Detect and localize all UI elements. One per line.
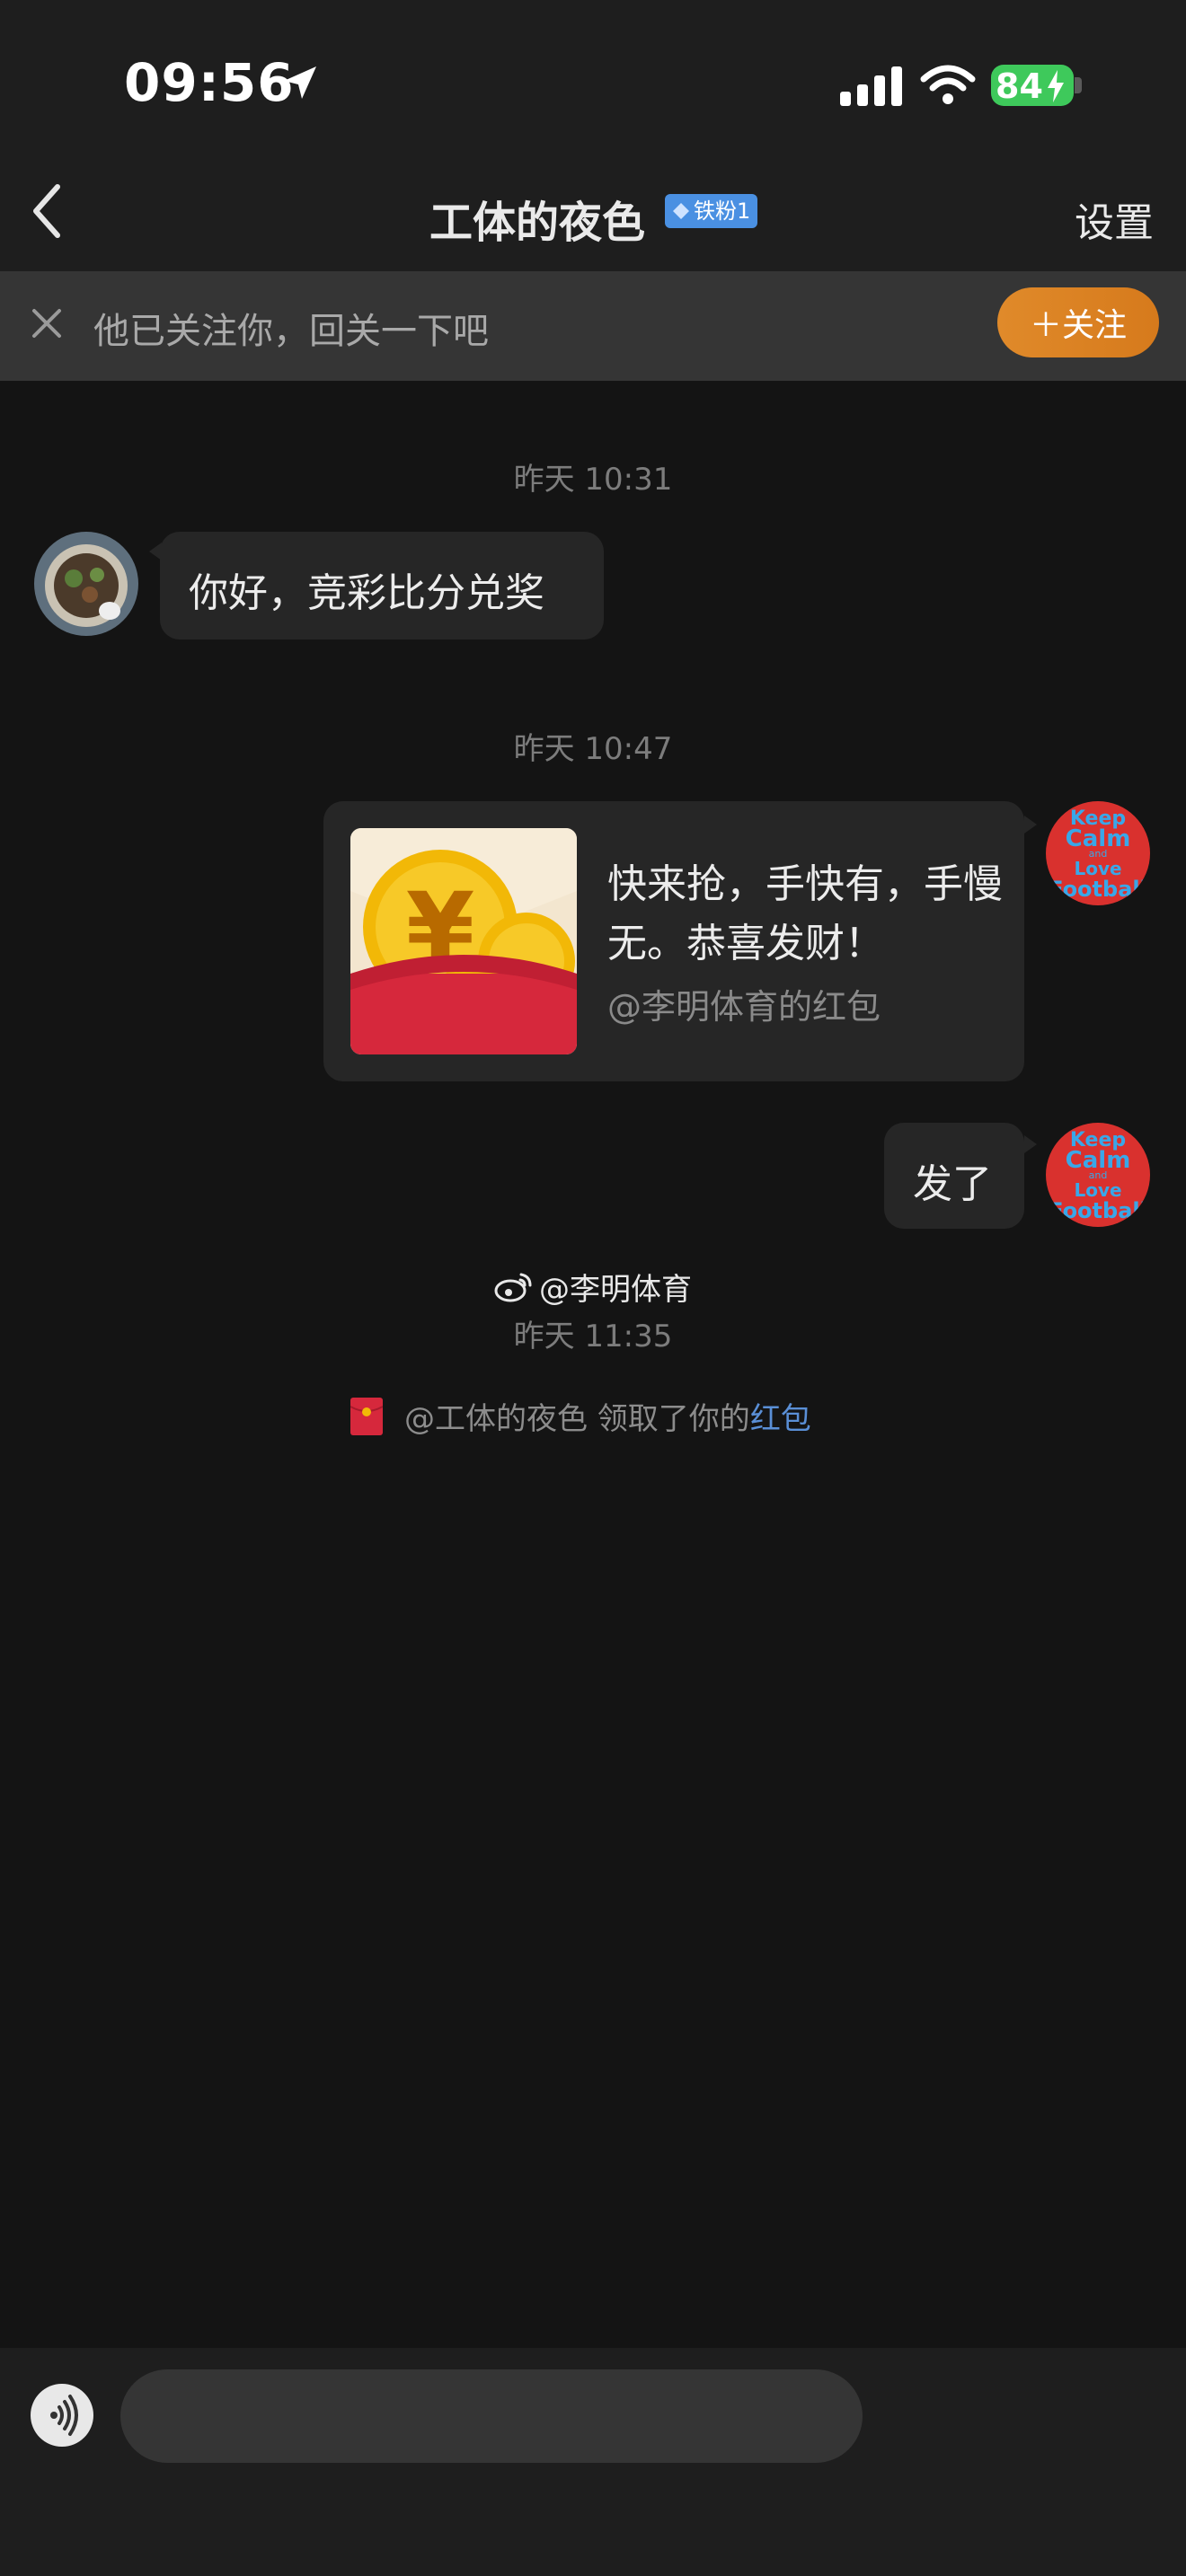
self-avatar[interactable]: Keep Calm and Love Football (1046, 1123, 1150, 1227)
message-text: 发了 (913, 1161, 992, 1207)
chat-title: 工体的夜色 (429, 198, 646, 248)
follow-button[interactable]: ＋关注 (997, 287, 1159, 357)
keep-calm-football-avatar: Keep Calm and Love Football (1046, 801, 1150, 905)
charging-bolt-icon (1048, 70, 1064, 102)
location-arrow-icon (284, 66, 316, 99)
watermark-text: @李明体育 (539, 1272, 692, 1308)
diamond-icon (673, 203, 689, 219)
red-packet-image: ¥ (350, 828, 577, 1054)
message-bubble-outgoing[interactable]: 发了 (884, 1123, 1024, 1229)
red-envelope-icon (350, 1397, 383, 1435)
avatar-text-football: Football (1049, 877, 1147, 902)
battery-cap (1075, 77, 1082, 93)
voice-input-button[interactable] (31, 2384, 93, 2447)
cellular-signal-icon (840, 66, 902, 106)
settings-button[interactable]: 设置 (1075, 190, 1154, 248)
bubble-tail (1024, 1135, 1037, 1153)
red-packet-title: 快来抢，手快有，手慢无。恭喜发财！ (607, 861, 1003, 966)
contact-avatar[interactable] (34, 532, 138, 636)
message-text: 你好，竞彩比分兑奖 (189, 570, 544, 616)
message-bubble-incoming[interactable]: 你好，竞彩比分兑奖 (160, 532, 604, 640)
wifi-icon (920, 65, 976, 104)
red-packet-sender: @李明体育的红包 (607, 987, 881, 1027)
red-packet-claim-notice: @工体的夜色 领取了你的红包 (350, 1394, 811, 1438)
weibo-watermark: @李明体育 (0, 1265, 1186, 1309)
food-photo-avatar (34, 532, 138, 636)
weibo-logo-icon (494, 1273, 532, 1301)
status-time: 09:56 (124, 52, 295, 113)
avatar-text-football: Football (1049, 1198, 1147, 1223)
close-icon[interactable] (27, 304, 66, 343)
fan-level-badge: 铁粉1 (665, 194, 758, 228)
keep-calm-football-avatar: Keep Calm and Love Football (1046, 1123, 1150, 1227)
fan-badge-label: 铁粉1 (694, 198, 751, 224)
back-chevron-icon[interactable] (25, 180, 70, 243)
notice-text: @工体的夜色 领取了你的 (404, 1401, 750, 1437)
message-timestamp: 昨天 10:47 (513, 731, 673, 767)
message-timestamp: 昨天 11:35 (513, 1319, 673, 1354)
message-input[interactable] (120, 2369, 863, 2463)
follow-back-text: 他已关注你，回关一下吧 (93, 311, 489, 352)
battery-level: 84 (996, 66, 1043, 106)
voice-icon (50, 2395, 78, 2436)
red-envelope-coins-icon: ¥ (350, 828, 577, 1054)
bubble-tail (1024, 816, 1037, 834)
self-avatar[interactable]: Keep Calm and Love Football (1046, 801, 1150, 905)
message-timestamp: 昨天 10:31 (513, 462, 673, 498)
red-packet-link[interactable]: 红包 (750, 1401, 811, 1437)
